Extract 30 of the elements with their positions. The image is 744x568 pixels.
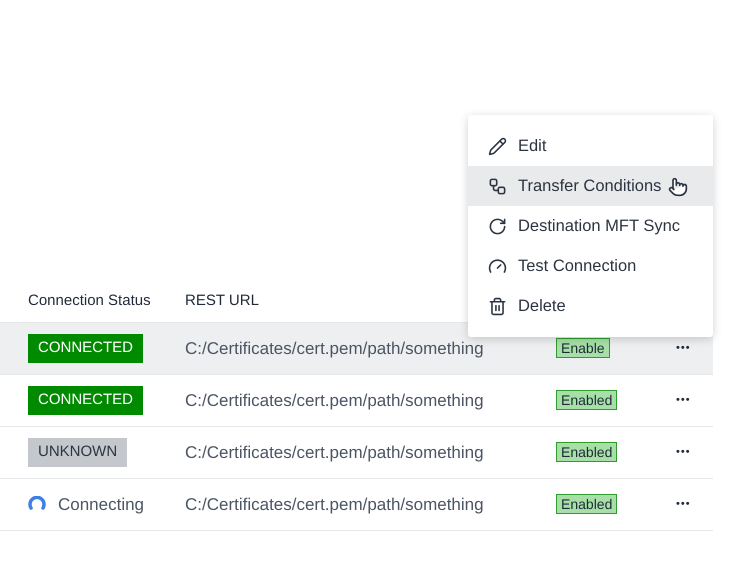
hierarchy-icon [488, 176, 507, 196]
enabled-badge: Enabled [556, 494, 618, 514]
enabled-badge: Enabled [556, 390, 618, 410]
column-header: Connection Status [27, 290, 152, 311]
enabled-badge: Enable [556, 338, 610, 358]
table-cell-text: C:/Certificates/cert.pem/path/something [185, 390, 485, 412]
menu-item[interactable]: Edit [468, 126, 713, 166]
menu-item[interactable]: Transfer Conditions [468, 166, 713, 206]
table-cell-text: C:/Certificates/cert.pem/path/something [185, 494, 485, 516]
table-cell-text: C:/Certificates/cert.pem/path/something [185, 442, 485, 464]
status-badge: UNKNOWN [28, 438, 128, 467]
column-header: REST URL [185, 290, 259, 311]
status-badge: CONNECTED [28, 386, 144, 415]
pencil-icon [488, 136, 507, 156]
menu-item[interactable]: Destination MFT Sync [468, 206, 713, 246]
more-actions-button[interactable]: ••• [676, 340, 691, 357]
table-row[interactable]: CONNECTED C:/Certificates/cert.pem/path/something Enable ••• [0, 323, 713, 375]
more-actions-button[interactable]: ••• [676, 444, 691, 461]
table-cell-text: C:/Certificates/cert.pem/path/something [185, 338, 485, 360]
status-badge: CONNECTED [28, 334, 144, 363]
status-text: Connecting [58, 494, 144, 516]
more-actions-button[interactable]: ••• [676, 496, 691, 513]
gauge-icon [488, 256, 507, 276]
menu-item[interactable]: Test Connection [468, 246, 713, 286]
more-actions-button[interactable]: ••• [676, 392, 691, 409]
hand-cursor-icon [668, 177, 688, 197]
enabled-badge: Enabled [556, 442, 618, 462]
trash-icon [488, 296, 507, 316]
menu-item[interactable]: Delete [468, 286, 713, 326]
refresh-icon [488, 216, 507, 236]
